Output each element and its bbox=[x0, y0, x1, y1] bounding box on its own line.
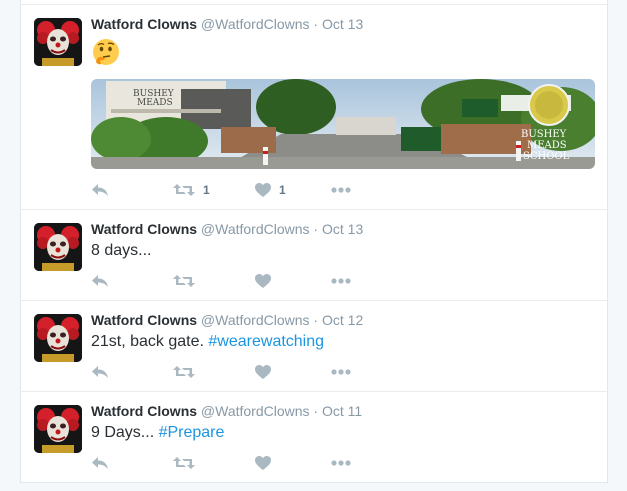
like-button[interactable] bbox=[255, 362, 279, 382]
tweet[interactable]: Watford Clowns @WatfordClowns · Oct 12 2… bbox=[21, 300, 607, 392]
username[interactable]: @WatfordClowns bbox=[201, 16, 310, 32]
tweet-text-body: 8 days... bbox=[91, 242, 152, 259]
more-button[interactable] bbox=[331, 453, 351, 473]
hashtag-link[interactable]: #Prepare bbox=[159, 424, 225, 441]
tweet-photo[interactable]: BUSHEY MEADS BUSHEY MEADS SCHOOL bbox=[91, 79, 595, 169]
sign-text-school: SCHOOL bbox=[523, 151, 570, 162]
more-icon bbox=[331, 187, 351, 193]
display-name[interactable]: Watford Clowns bbox=[91, 16, 197, 32]
display-name[interactable]: Watford Clowns bbox=[91, 221, 197, 237]
thinking-face-emoji bbox=[91, 33, 593, 72]
like-count: 1 bbox=[279, 183, 286, 197]
avatar[interactable] bbox=[34, 223, 82, 271]
reply-icon bbox=[92, 457, 108, 469]
heart-icon bbox=[255, 274, 271, 288]
reply-icon bbox=[92, 366, 108, 378]
heart-icon bbox=[255, 456, 271, 470]
timestamp[interactable]: Oct 11 bbox=[322, 403, 362, 419]
separator: · bbox=[313, 221, 319, 237]
more-icon bbox=[331, 278, 351, 284]
thinking-face-icon bbox=[93, 39, 119, 65]
heart-icon bbox=[255, 365, 271, 379]
more-icon bbox=[331, 460, 351, 466]
clown-avatar-icon bbox=[34, 223, 82, 271]
timestamp[interactable]: Oct 12 bbox=[322, 312, 363, 328]
tweet-text: 21st, back gate. #wearewatching bbox=[91, 331, 593, 353]
separator: · bbox=[313, 403, 319, 419]
tweet-actions bbox=[91, 362, 391, 382]
tweet-text: 8 days... bbox=[91, 240, 593, 262]
reply-icon bbox=[92, 184, 108, 196]
more-button[interactable] bbox=[331, 180, 351, 200]
reply-button[interactable] bbox=[91, 271, 109, 291]
display-name[interactable]: Watford Clowns bbox=[91, 403, 197, 419]
timeline: Watford Clowns @WatfordClowns · Oct 13 B… bbox=[20, 0, 608, 483]
retweet-count: 1 bbox=[203, 183, 210, 197]
tweet-text-body: 21st, back gate. bbox=[91, 333, 209, 350]
tweet-actions bbox=[91, 453, 391, 473]
sign-text-meads-right: MEADS bbox=[527, 140, 567, 151]
avatar[interactable] bbox=[34, 314, 82, 362]
sign-text-meads: MEADS bbox=[137, 98, 173, 108]
username[interactable]: @WatfordClowns bbox=[201, 221, 310, 237]
avatar[interactable] bbox=[34, 18, 82, 66]
tweet-text: 9 Days... #Prepare bbox=[91, 422, 593, 444]
tweet-header: Watford Clowns @WatfordClowns · Oct 11 bbox=[91, 402, 593, 420]
retweet-button[interactable] bbox=[173, 271, 203, 291]
retweet-icon bbox=[173, 184, 195, 196]
timestamp[interactable]: Oct 13 bbox=[322, 221, 363, 237]
heart-icon bbox=[255, 183, 271, 197]
reply-button[interactable] bbox=[91, 180, 109, 200]
hashtag-link[interactable]: #wearewatching bbox=[208, 333, 324, 350]
username[interactable]: @WatfordClowns bbox=[201, 312, 310, 328]
sign-text-bushey-right: BUSHEY bbox=[521, 129, 567, 140]
like-button[interactable]: 1 bbox=[255, 180, 286, 200]
retweet-icon bbox=[173, 366, 195, 378]
more-button[interactable] bbox=[331, 362, 351, 382]
like-button[interactable] bbox=[255, 271, 279, 291]
retweet-icon bbox=[173, 275, 195, 287]
reply-icon bbox=[92, 275, 108, 287]
clown-avatar-icon bbox=[34, 18, 82, 66]
clown-avatar-icon bbox=[34, 314, 82, 362]
tweet[interactable]: Watford Clowns @WatfordClowns · Oct 11 9… bbox=[21, 391, 607, 482]
avatar[interactable] bbox=[34, 405, 82, 453]
tweet[interactable]: Watford Clowns @WatfordClowns · Oct 13 8… bbox=[21, 209, 607, 301]
retweet-button[interactable] bbox=[173, 453, 203, 473]
tweet-actions: 1 1 bbox=[91, 180, 391, 200]
retweet-button[interactable]: 1 bbox=[173, 180, 210, 200]
tweet-actions bbox=[91, 271, 391, 291]
reply-button[interactable] bbox=[91, 362, 109, 382]
retweet-button[interactable] bbox=[173, 362, 203, 382]
tweet-header: Watford Clowns @WatfordClowns · Oct 13 bbox=[91, 15, 593, 33]
tweet-header: Watford Clowns @WatfordClowns · Oct 13 bbox=[91, 220, 593, 238]
separator: · bbox=[313, 312, 319, 328]
retweet-icon bbox=[173, 457, 195, 469]
more-button[interactable] bbox=[331, 271, 351, 291]
tweet-text-body: 9 Days... bbox=[91, 424, 159, 441]
tweet[interactable]: Watford Clowns @WatfordClowns · Oct 13 B… bbox=[21, 4, 607, 210]
username[interactable]: @WatfordClowns bbox=[201, 403, 310, 419]
tweet-header: Watford Clowns @WatfordClowns · Oct 12 bbox=[91, 311, 593, 329]
clown-avatar-icon bbox=[34, 405, 82, 453]
timestamp[interactable]: Oct 13 bbox=[322, 16, 363, 32]
separator: · bbox=[313, 16, 319, 32]
display-name[interactable]: Watford Clowns bbox=[91, 312, 197, 328]
like-button[interactable] bbox=[255, 453, 279, 473]
school-entrance-photo: BUSHEY MEADS BUSHEY MEADS SCHOOL bbox=[91, 79, 595, 169]
more-icon bbox=[331, 369, 351, 375]
reply-button[interactable] bbox=[91, 453, 109, 473]
